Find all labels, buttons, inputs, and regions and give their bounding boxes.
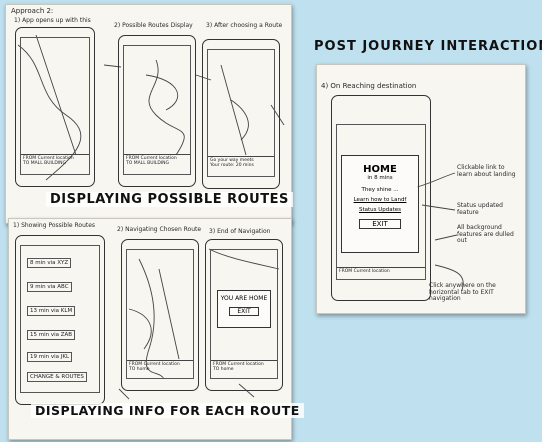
note-status-updated: Status updated feature <box>457 202 503 216</box>
note-click-to-exit: Click anywhere on the horizontal tab to … <box>429 282 496 303</box>
phone-screen-2: FROM Current location TO MALL BUILDING <box>123 45 191 175</box>
route-option[interactable]: 13 min via KLM <box>27 306 76 316</box>
route-option[interactable]: 9 min via ABC <box>27 282 72 292</box>
sheet1-header: Approach 2: <box>11 7 54 15</box>
arrival-popup: YOU ARE HOME EXIT <box>217 290 271 328</box>
change-routes-button[interactable]: CHANGE & ROUTES <box>27 372 87 382</box>
phone-screen-3: Go your way meets Your route: 20 mins <box>207 49 275 177</box>
s2-panel3-title: 3) End of Navigation <box>209 228 271 235</box>
popup-subtitle: in 8 mins <box>367 175 393 181</box>
phone-sketch-2: FROM Current location TO MALL BUILDING <box>118 35 196 187</box>
route-option[interactable]: 8 min via XYZ <box>27 258 72 268</box>
sketch-sheet-route-info: 1) Showing Possible Routes 8 min via XYZ… <box>8 218 304 440</box>
s2-panel1-title: 1) Showing Possible Routes <box>13 222 96 229</box>
phone-screen-6: YOU ARE HOME EXIT FROM Current location … <box>210 249 278 379</box>
phone-sketch-4: 8 min via XYZ 9 min via ABC 13 min via K… <box>15 235 105 405</box>
step-title: 4) On Reaching destination <box>321 82 417 90</box>
phone-sketch-destination: HOME in 8 mins They shine ... Learn how … <box>331 95 431 301</box>
banner-displaying-possible-routes: DISPLAYING POSSIBLE ROUTES <box>46 192 293 207</box>
destination-popup: HOME in 8 mins They shine ... Learn how … <box>341 155 419 253</box>
learn-link[interactable]: Learn how to Landf <box>342 197 418 203</box>
note-background-dulled: All background features are dulled out <box>457 224 514 245</box>
phone-sketch-5: FROM Current location TO home <box>121 239 199 391</box>
route-bar-5: FROM Current location TO home <box>127 360 193 378</box>
route-bar-2: FROM Current location TO MALL BUILDING <box>124 154 190 174</box>
bar-to-3: Your route: 20 mins <box>210 163 254 168</box>
bar-to-2: TO MALL BUILDING <box>126 161 169 166</box>
phone-screen-5: FROM Current location TO home <box>126 249 194 379</box>
panel1-title: 1) App opens up with this <box>14 17 91 24</box>
panel2-title: 2) Possible Routes Display <box>114 22 193 29</box>
status-updates[interactable]: Status Updates <box>342 207 418 213</box>
phone-sketch-3: Go your way meets Your route: 20 mins <box>202 39 280 189</box>
arrival-text: YOU ARE HOME <box>220 295 268 302</box>
phone-sketch-1: FROM Current location TO MALL BUILDING <box>15 27 95 187</box>
route-option[interactable]: 15 min via ZAB <box>27 330 76 340</box>
s2-panel2-title: 2) Navigating Chosen Route <box>117 226 202 233</box>
post-journey-heading: POST JOURNEY INTERACTIONS <box>314 39 542 54</box>
bar-to-5: TO home <box>129 367 150 372</box>
popup-exit-button[interactable]: EXIT <box>359 219 401 229</box>
banner-displaying-info: DISPLAYING INFO FOR EACH ROUTE <box>31 403 304 418</box>
route-bar-1: FROM Current location TO MALL BUILDING <box>21 154 89 174</box>
route-option[interactable]: 19 min via JKL <box>27 352 73 362</box>
route-list-screen: 8 min via XYZ 9 min via ABC 13 min via K… <box>20 245 100 393</box>
sketch-sheet-post-journey: 4) On Reaching destination HOME in 8 min… <box>316 64 526 314</box>
sketch-sheet-possible-routes: Approach 2: 1) App opens up with this FR… <box>5 4 293 224</box>
bar-to-1: TO MALL BUILDING <box>23 161 66 166</box>
phone-screen-1: FROM Current location TO MALL BUILDING <box>20 37 90 175</box>
popup-title: HOME <box>363 164 397 175</box>
popup-line: They shine ... <box>361 187 399 193</box>
destination-screen: HOME in 8 mins They shine ... Learn how … <box>336 124 426 280</box>
route-bar-3: Go your way meets Your route: 20 mins <box>208 156 274 176</box>
route-bar-6: FROM Current location TO home <box>211 360 277 378</box>
bar-to-6: TO home <box>213 367 234 372</box>
note-clickable-link: Clickable link to learn about landing <box>457 164 516 178</box>
phone-sketch-6: YOU ARE HOME EXIT FROM Current location … <box>205 239 283 391</box>
exit-button[interactable]: EXIT <box>229 307 259 316</box>
destination-bar[interactable]: FROM Current location <box>337 267 425 279</box>
panel3-title: 3) After choosing a Route <box>206 22 283 29</box>
